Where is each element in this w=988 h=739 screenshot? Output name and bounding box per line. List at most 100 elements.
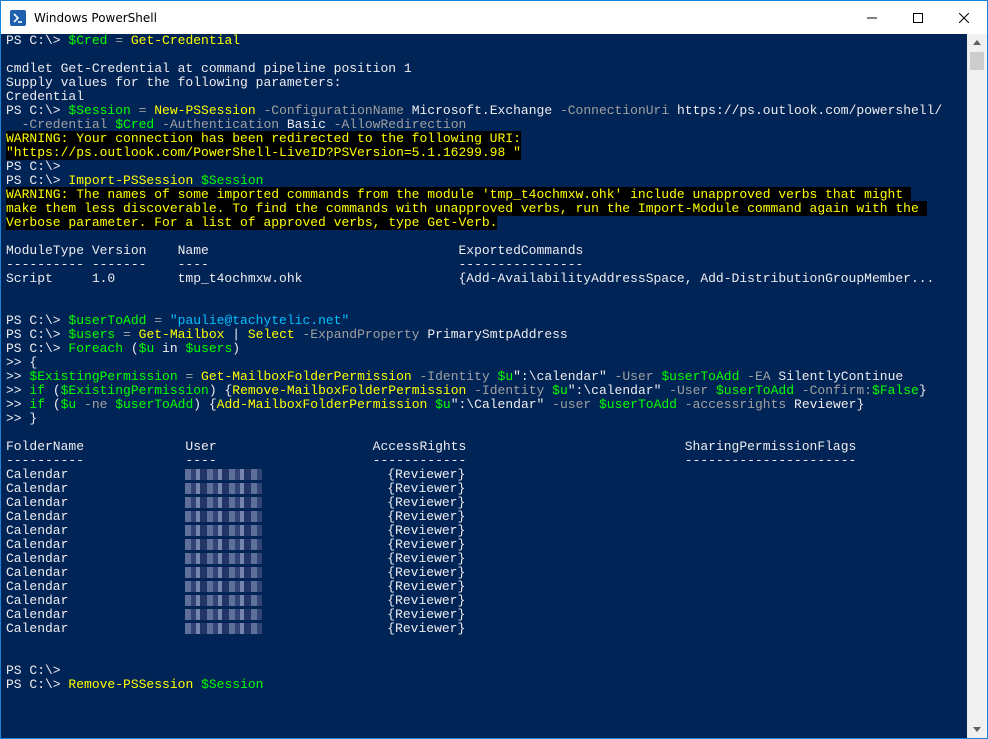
powershell-window: Windows PowerShell PS C:\> $Cred = Get-C… bbox=[0, 0, 988, 739]
console-token: $u bbox=[552, 383, 568, 398]
console-token bbox=[427, 397, 435, 412]
redacted-user bbox=[185, 609, 263, 621]
console-token: Script 1.0 tmp_t4ochmxw.ohk {Add-Availab… bbox=[6, 271, 935, 286]
console-line: Calendar {Reviewer} bbox=[6, 510, 967, 524]
console-token: = bbox=[115, 327, 139, 342]
console-line: PS C:\> bbox=[6, 160, 967, 174]
minimize-icon bbox=[867, 17, 877, 18]
console-token: | bbox=[224, 327, 248, 342]
console-token: ":\Calendar" bbox=[450, 397, 545, 412]
title-bar[interactable]: Windows PowerShell bbox=[1, 1, 987, 34]
console-token: if bbox=[29, 397, 46, 412]
console-line: PS C:\> Import-PSSession $Session bbox=[6, 174, 967, 188]
console-token: Remove-PSSession bbox=[68, 677, 194, 692]
console-token: -Credential bbox=[6, 117, 116, 132]
console-token: ) { bbox=[193, 397, 217, 412]
console-token: {Reviewer} bbox=[262, 593, 466, 608]
console-line: Calendar {Reviewer} bbox=[6, 524, 967, 538]
scroll-down-arrow-icon bbox=[973, 727, 981, 732]
console-token: Calendar bbox=[6, 495, 186, 510]
console-token: ModuleType Version Name ExportedCommands bbox=[6, 243, 584, 258]
console-token: Calendar bbox=[6, 621, 186, 636]
console-token: Calendar bbox=[6, 523, 186, 538]
console-token: -ExpandProperty bbox=[294, 327, 428, 342]
powershell-icon[interactable] bbox=[10, 9, 26, 26]
console-token: ---------- ------- ---- ---------------- bbox=[6, 257, 584, 272]
close-button[interactable] bbox=[941, 1, 987, 34]
console-token: $userToAdd bbox=[598, 397, 677, 412]
console-token: $Session bbox=[201, 173, 264, 188]
console-token: PS C:\> bbox=[6, 313, 69, 328]
console-token: {Reviewer} bbox=[262, 481, 466, 496]
console-line: -Credential $Cred -Authentication Basic … bbox=[6, 118, 967, 132]
console-token: -EA bbox=[739, 369, 779, 384]
console-token: https://ps.outlook.com/powershell/ bbox=[676, 103, 943, 118]
console-token: } bbox=[856, 397, 865, 412]
console-token: Add-MailboxFolderPermission bbox=[216, 397, 428, 412]
console-token: -ConfigurationName bbox=[255, 103, 412, 118]
console-line: PS C:\> Remove-PSSession $Session bbox=[6, 678, 967, 692]
redacted-user bbox=[185, 595, 263, 607]
console-line: PS C:\> Foreach ($u in $users) bbox=[6, 342, 967, 356]
vertical-scrollbar[interactable] bbox=[967, 34, 987, 738]
console-token: WARNING: The names of some imported comm… bbox=[6, 187, 911, 202]
console-token: Basic bbox=[286, 117, 326, 132]
console-token: >> } bbox=[6, 411, 38, 426]
console-token: $u bbox=[497, 369, 514, 384]
maximize-button[interactable] bbox=[895, 1, 941, 34]
console-token: {Reviewer} bbox=[262, 607, 466, 622]
console-token: PS C:\> bbox=[6, 327, 69, 342]
console-line: >> { bbox=[6, 356, 967, 370]
console-token: $users bbox=[185, 341, 233, 356]
console-token: Import-PSSession bbox=[68, 173, 194, 188]
console-token: {Reviewer} bbox=[262, 537, 466, 552]
redacted-user bbox=[185, 497, 263, 509]
console-token: Calendar bbox=[6, 607, 186, 622]
scroll-up-arrow-icon bbox=[973, 40, 981, 45]
redacted-user bbox=[185, 483, 263, 495]
console-token: $Session bbox=[68, 103, 131, 118]
scroll-up-button[interactable] bbox=[967, 34, 987, 51]
console-line: Calendar {Reviewer} bbox=[6, 552, 967, 566]
console-token: $u bbox=[435, 397, 451, 412]
console-token: ---------- ---- ------------ -----------… bbox=[6, 453, 857, 468]
console-line: Calendar {Reviewer} bbox=[6, 538, 967, 552]
console-line: PS C:\> $Session = New-PSSession -Config… bbox=[6, 104, 967, 118]
redacted-user bbox=[185, 469, 263, 481]
console-token: -ConnectionUri bbox=[552, 103, 677, 118]
console-line: PS C:\> $users = Get-Mailbox | Select -E… bbox=[6, 328, 967, 342]
maximize-icon bbox=[913, 12, 923, 23]
console-token: WARNING: Your connection has been redire… bbox=[6, 131, 521, 146]
console-token: Credential bbox=[6, 89, 85, 104]
console-token: Verbose parameter. For a list of approve… bbox=[6, 215, 498, 230]
console-area[interactable]: PS C:\> $Cred = Get-Credential cmdlet Get… bbox=[1, 34, 967, 738]
console-line: PS C:\> $Cred = Get-Credential bbox=[6, 34, 967, 48]
console-line: >> if ($ExistingPermission) {Remove-Mail… bbox=[6, 384, 967, 398]
console-token: "paulie@tachytelic.net" bbox=[169, 313, 350, 328]
console-line: make them less discoverable. To find the… bbox=[6, 201, 967, 216]
console-token: $userToAdd bbox=[68, 313, 147, 328]
console-token: PS C:\> bbox=[6, 341, 69, 356]
console-token: "https://ps.outlook.com/PowerShell-LiveI… bbox=[6, 145, 521, 160]
console-token: {Reviewer} bbox=[262, 621, 466, 636]
console-token: Calendar bbox=[6, 579, 186, 594]
minimize-button[interactable] bbox=[849, 1, 895, 34]
console-token: >> bbox=[6, 383, 30, 398]
scroll-down-button[interactable] bbox=[967, 721, 987, 738]
console-token: $Session bbox=[201, 677, 264, 692]
console-token: $ExistingPermission bbox=[60, 383, 209, 398]
console-token: PS C:\> bbox=[6, 159, 61, 174]
console-line: Calendar {Reviewer} bbox=[6, 580, 967, 594]
console-token: Calendar bbox=[6, 509, 186, 524]
console-token: Supply values for the following paramete… bbox=[6, 75, 342, 90]
console-token: Calendar bbox=[6, 481, 186, 496]
console-token: {Reviewer} bbox=[262, 523, 466, 538]
scrollbar-thumb[interactable] bbox=[970, 52, 984, 70]
console-token: {Reviewer} bbox=[262, 565, 466, 580]
redacted-user bbox=[185, 623, 263, 635]
console-token: PrimarySmtpAddress bbox=[427, 327, 568, 342]
console-line: ModuleType Version Name ExportedCommands bbox=[6, 244, 967, 258]
redacted-user bbox=[185, 511, 263, 523]
